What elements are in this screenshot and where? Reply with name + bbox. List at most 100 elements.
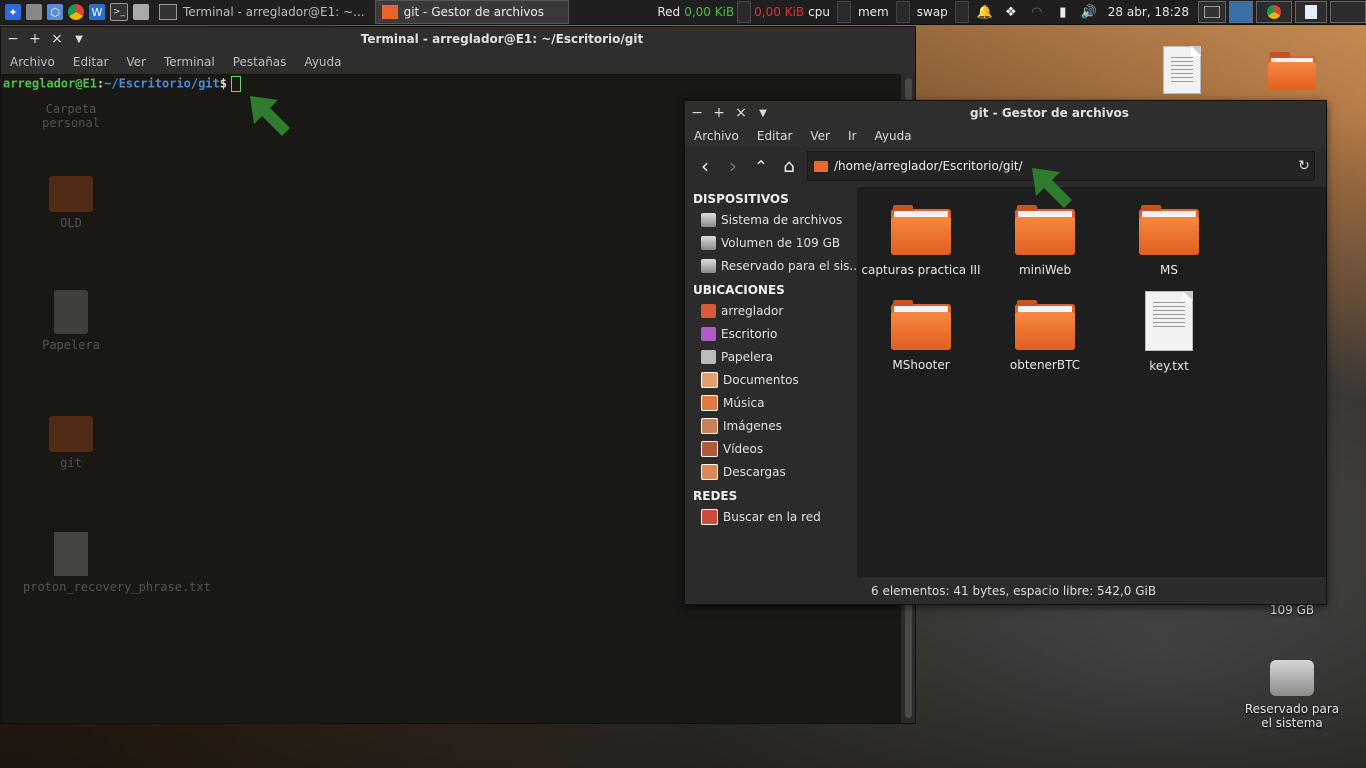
volume-icon[interactable]: 🔊 xyxy=(1081,4,1097,20)
ghost-icon-old: OLD xyxy=(23,176,119,230)
workspace-terminal-thumb[interactable] xyxy=(1198,1,1226,23)
chrome-launcher-icon[interactable] xyxy=(68,4,84,20)
menu-ver[interactable]: Ver xyxy=(801,129,839,143)
sidebar-item-label: Documentos xyxy=(723,372,799,387)
sidebar-item-volume[interactable]: Volumen de 109 GB xyxy=(685,231,857,254)
menu-archivo[interactable]: Archivo xyxy=(1,55,64,69)
reload-icon[interactable]: ↻ xyxy=(1294,158,1314,174)
writer-launcher-icon[interactable]: W xyxy=(89,4,105,20)
menu-ayuda[interactable]: Ayuda xyxy=(865,129,920,143)
task-terminal[interactable]: Terminal - arreglador@E1: ~... xyxy=(153,1,371,23)
sidebar-item-videos[interactable]: Vídeos xyxy=(685,437,857,460)
sidebar-item-filesystem[interactable]: Sistema de archivos xyxy=(685,208,857,231)
menu-ver[interactable]: Ver xyxy=(117,55,155,69)
net-down-value: 0,00 xyxy=(684,5,711,19)
sidebar-item-music[interactable]: Música xyxy=(685,391,857,414)
workspace-chrome-thumb[interactable] xyxy=(1256,1,1292,23)
terminal-launcher-icon[interactable]: >_ xyxy=(110,3,128,21)
file-manager-window[interactable]: − + × ▼ git - Gestor de archivos Archivo… xyxy=(684,100,1327,605)
file-item[interactable]: capturas practica III xyxy=(859,205,983,277)
dropbox-icon[interactable]: ❖ xyxy=(1003,4,1019,20)
close-icon[interactable]: × xyxy=(47,31,67,47)
green-arrow-icon xyxy=(250,96,290,136)
folder-icon xyxy=(1268,52,1316,90)
sidebar-item-browse-network[interactable]: Buscar en la red xyxy=(685,505,857,528)
file-item[interactable]: key.txt xyxy=(1107,291,1231,373)
back-arrow-icon[interactable]: ‹ xyxy=(691,152,719,180)
task-terminal-label: Terminal - arreglador@E1: ~... xyxy=(183,5,365,19)
file-item-label: MS xyxy=(1160,263,1178,277)
terminal-icon xyxy=(1204,6,1220,18)
workspace-switcher[interactable] xyxy=(1229,1,1253,23)
forward-arrow-icon[interactable]: › xyxy=(719,152,747,180)
net-label: Red xyxy=(657,5,681,19)
prompt-path: ~/Escritorio/git xyxy=(104,76,220,91)
desktop-icon-109gb-label[interactable]: 109 GB xyxy=(1244,603,1340,617)
file-item[interactable]: MS xyxy=(1107,205,1231,277)
workspace-doc-thumb[interactable] xyxy=(1295,1,1327,23)
fm-sidebar: DISPOSITIVOS Sistema de archivos Volumen… xyxy=(685,187,857,604)
battery-icon[interactable]: ▮ xyxy=(1055,4,1071,20)
minimize-icon[interactable]: − xyxy=(3,31,23,47)
sidebar-item-pictures[interactable]: Imágenes xyxy=(685,414,857,437)
ghost-icon-label: proton_recovery_phrase.txt xyxy=(23,580,211,594)
ghost-icon-home: Carpeta personal xyxy=(23,102,119,130)
sidebar-item-desktop[interactable]: Escritorio xyxy=(685,322,857,345)
top-panel: ✦ ⬡ W >_ Terminal - arreglador@E1: ~... … xyxy=(0,0,1366,25)
text-file-icon xyxy=(54,532,88,576)
net-meter xyxy=(737,1,752,23)
printer-launcher-icon[interactable] xyxy=(133,4,149,20)
mem-meter xyxy=(895,1,910,23)
files-launcher-icon[interactable] xyxy=(26,4,42,20)
notifications-bell-icon[interactable]: 🔔 xyxy=(977,4,993,20)
fm-file-grid[interactable]: capturas practica III miniWeb MS MShoote… xyxy=(857,187,1326,577)
minimize-icon[interactable]: − xyxy=(687,105,707,121)
menu-ayuda[interactable]: Ayuda xyxy=(295,55,350,69)
fm-titlebar[interactable]: − + × ▼ git - Gestor de archivos xyxy=(685,101,1326,125)
menu-editar[interactable]: Editar xyxy=(64,55,118,69)
menu-pestanas[interactable]: Pestañas xyxy=(224,55,296,69)
clock[interactable]: 28 abr, 18:28 xyxy=(1108,5,1189,19)
file-item[interactable]: miniWeb xyxy=(983,205,1107,277)
network-monitor: Red 0,00 KiB 0,00 KiB cpu mem swap xyxy=(653,1,971,23)
folder-icon xyxy=(381,5,398,19)
menu-terminal[interactable]: Terminal xyxy=(155,55,224,69)
downloads-folder-icon xyxy=(701,463,718,480)
sidebar-item-home[interactable]: arreglador xyxy=(685,299,857,322)
file-item[interactable]: MShooter xyxy=(859,300,983,372)
terminal-menubar: Archivo Editar Ver Terminal Pestañas Ayu… xyxy=(1,51,915,73)
workspace-empty-thumb[interactable] xyxy=(1330,1,1366,23)
text-file-icon xyxy=(1145,291,1193,351)
desktop-icon-label: 109 GB xyxy=(1269,603,1315,617)
ghost-icon-git: git xyxy=(23,416,119,470)
close-icon[interactable]: × xyxy=(731,105,751,121)
desktop-icon-folder[interactable] xyxy=(1244,52,1340,94)
window-menu-chevron-icon[interactable]: ▼ xyxy=(69,34,89,45)
menu-editar[interactable]: Editar xyxy=(748,129,802,143)
menu-archivo[interactable]: Archivo xyxy=(685,129,748,143)
app-menu-icon[interactable]: ✦ xyxy=(5,4,21,20)
sidebar-item-trash[interactable]: Papelera xyxy=(685,345,857,368)
home-icon[interactable]: ⌂ xyxy=(775,152,803,180)
desktop-icon-document[interactable] xyxy=(1134,46,1230,98)
maximize-icon[interactable]: + xyxy=(709,105,729,121)
menu-ir[interactable]: Ir xyxy=(839,129,865,143)
window-menu-chevron-icon[interactable]: ▼ xyxy=(753,108,773,119)
wifi-icon[interactable]: ◠ xyxy=(1029,4,1045,20)
sidebar-item-documents[interactable]: Documentos xyxy=(685,368,857,391)
vpn-launcher-icon[interactable]: ⬡ xyxy=(47,4,63,20)
sidebar-section-devices: DISPOSITIVOS xyxy=(693,192,789,206)
folder-icon xyxy=(814,160,828,172)
file-item[interactable]: obtenerBTC xyxy=(983,300,1107,372)
file-item-label: obtenerBTC xyxy=(1009,358,1081,372)
sidebar-item-reserved[interactable]: Reservado para el sis... xyxy=(685,254,857,277)
task-file-manager[interactable]: git - Gestor de archivos xyxy=(374,0,569,24)
up-arrow-icon[interactable]: ⌃ xyxy=(747,152,775,180)
sidebar-item-downloads[interactable]: Descargas xyxy=(685,460,857,483)
terminal-titlebar[interactable]: − + × ▼ Terminal - arreglador@E1: ~/Escr… xyxy=(1,27,915,51)
folder-icon xyxy=(1139,205,1199,255)
ghost-icon-label: OLD xyxy=(60,216,82,230)
desktop-icon-reserved[interactable]: Reservado para el sistema xyxy=(1244,660,1340,730)
maximize-icon[interactable]: + xyxy=(25,31,45,47)
prompt-dollar: $ xyxy=(219,76,227,91)
